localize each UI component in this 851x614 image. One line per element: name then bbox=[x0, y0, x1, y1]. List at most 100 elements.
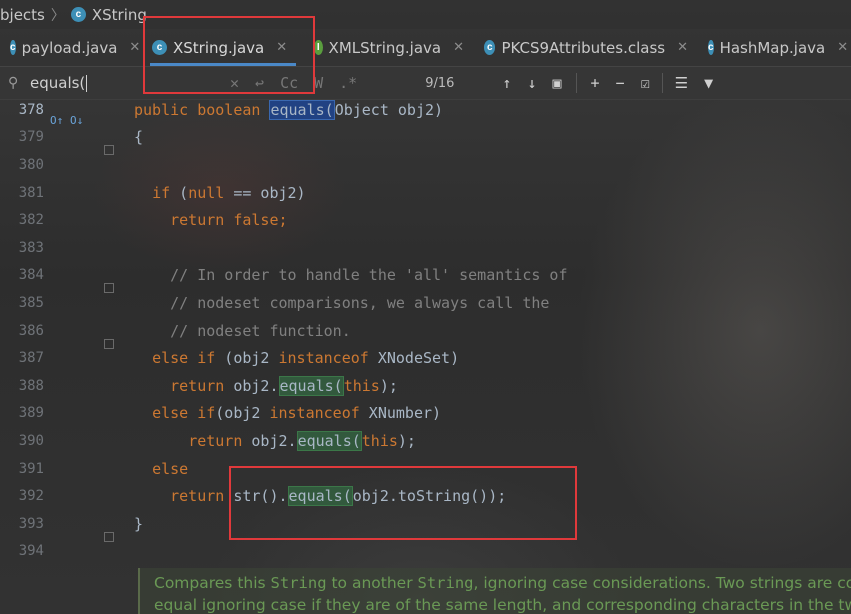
regex-button[interactable]: .* bbox=[339, 74, 357, 92]
search-match: equals( bbox=[278, 375, 344, 396]
keyword-token: instanceof bbox=[278, 349, 369, 368]
breadcrumb: bjects 〉 c XString bbox=[0, 0, 851, 29]
code-line[interactable]: 386 // nodeset function. bbox=[0, 317, 851, 349]
keyword-token: return bbox=[188, 431, 243, 450]
editor-tab-bar: c payload.java ✕ c XString.java ✕ I XMLS… bbox=[0, 29, 851, 67]
code-text: } bbox=[134, 515, 143, 533]
class-icon: c bbox=[708, 40, 714, 55]
class-icon: c bbox=[10, 40, 16, 55]
code-text: return obj2.equals(this); bbox=[134, 375, 398, 396]
doc-code: String bbox=[417, 574, 474, 592]
line-number[interactable]: 392 bbox=[0, 488, 44, 504]
code-token: obj2. bbox=[242, 431, 297, 450]
code-line[interactable]: 383 bbox=[0, 234, 851, 262]
match-count: 9/16 bbox=[425, 75, 455, 91]
code-text: public boolean equals(Object obj2) bbox=[134, 99, 444, 120]
filter-icon[interactable]: ▼ bbox=[704, 74, 713, 92]
code-token: } bbox=[134, 514, 144, 533]
tab-payload[interactable]: c payload.java ✕ bbox=[0, 29, 142, 66]
select-all-matches-icon[interactable]: ☑ bbox=[641, 74, 650, 92]
line-number[interactable]: 394 bbox=[0, 543, 44, 559]
line-number[interactable]: 382 bbox=[0, 212, 44, 228]
line-number[interactable]: 379 bbox=[0, 129, 44, 145]
comment-token: // In order to handle the 'all' semantic… bbox=[170, 266, 568, 285]
code-line[interactable]: 387 else if (obj2 instanceof XNodeSet) bbox=[0, 344, 851, 372]
code-token: XNumber) bbox=[359, 404, 442, 423]
interface-icon: I bbox=[314, 40, 323, 55]
code-text: else if (obj2 instanceof XNodeSet) bbox=[134, 349, 459, 367]
search-match: equals( bbox=[269, 99, 335, 120]
line-number[interactable]: 386 bbox=[0, 323, 44, 339]
tab-xmlstring[interactable]: I XMLString.java ✕ bbox=[304, 29, 474, 66]
keyword-token: this bbox=[361, 431, 398, 450]
keyword-token: else if bbox=[152, 349, 216, 368]
filter-lines-icon[interactable]: ☰ bbox=[675, 74, 688, 92]
code-line[interactable]: 388 return obj2.equals(this); bbox=[0, 372, 851, 400]
code-token: obj2. bbox=[224, 376, 279, 395]
code-line[interactable]: 389 else if(obj2 instanceof XNumber) bbox=[0, 400, 851, 428]
remove-selection-icon[interactable]: − bbox=[616, 74, 625, 92]
comment-token: // nodeset function. bbox=[170, 321, 351, 340]
keyword-token: null bbox=[188, 183, 225, 202]
close-icon[interactable]: ✕ bbox=[837, 40, 848, 55]
close-icon[interactable]: ✕ bbox=[453, 40, 464, 55]
code-text: // nodeset comparisons, we always call t… bbox=[134, 294, 549, 312]
code-line[interactable]: 394 bbox=[0, 538, 851, 566]
text-caret bbox=[86, 74, 88, 92]
close-icon[interactable]: ✕ bbox=[677, 40, 688, 55]
keyword-token: instanceof bbox=[269, 404, 360, 423]
line-number[interactable]: 391 bbox=[0, 461, 44, 477]
arrow-up-icon[interactable]: ↑ bbox=[502, 74, 511, 92]
line-number[interactable]: 380 bbox=[0, 157, 44, 173]
tab-pkcs9attributes[interactable]: c PKCS9Attributes.class ✕ bbox=[474, 29, 698, 66]
keyword-token: this bbox=[343, 376, 380, 395]
search-icon[interactable]: ⚲ bbox=[8, 75, 30, 91]
code-text: if (null == obj2) bbox=[134, 184, 306, 202]
keyword-token: return bbox=[170, 376, 225, 395]
keyword-token: if bbox=[152, 183, 171, 202]
line-number[interactable]: 378 bbox=[0, 102, 44, 118]
whole-words-button[interactable]: W bbox=[314, 74, 323, 92]
code-line[interactable]: 381 if (null == obj2) bbox=[0, 179, 851, 207]
tab-label: payload.java bbox=[21, 38, 118, 57]
arrow-down-icon[interactable]: ↓ bbox=[527, 74, 536, 92]
code-line[interactable]: 380 bbox=[0, 151, 851, 179]
line-number[interactable]: 381 bbox=[0, 185, 44, 201]
add-selection-icon[interactable]: + bbox=[591, 74, 600, 92]
code-line[interactable]: 382 return false; bbox=[0, 206, 851, 234]
line-number[interactable]: 383 bbox=[0, 240, 44, 256]
breadcrumb-item-objects[interactable]: bjects bbox=[0, 6, 45, 24]
code-line[interactable]: 379 { bbox=[0, 124, 851, 156]
tab-hashmap[interactable]: c HashMap.java ✕ bbox=[698, 29, 851, 66]
line-number[interactable]: 393 bbox=[0, 516, 44, 532]
select-all-occurrences-icon[interactable]: ▣ bbox=[552, 74, 561, 92]
code-text: return obj2.equals(this); bbox=[134, 430, 416, 451]
code-line[interactable]: 390 return obj2.equals(this); bbox=[0, 427, 851, 455]
line-number[interactable]: 387 bbox=[0, 350, 44, 366]
breadcrumb-item-xstring[interactable]: XString bbox=[92, 6, 147, 24]
search-input[interactable]: equals( bbox=[30, 74, 85, 92]
search-match: equals( bbox=[296, 430, 362, 451]
code-line[interactable]: 378 O↑ O↓ public boolean equals(Object obj2… bbox=[0, 96, 851, 127]
class-icon: c bbox=[484, 40, 496, 55]
doc-code: String bbox=[270, 574, 327, 592]
line-number[interactable]: 390 bbox=[0, 433, 44, 449]
line-number[interactable]: 384 bbox=[0, 267, 44, 283]
code-token: Object obj2) bbox=[334, 100, 444, 119]
line-number[interactable]: 389 bbox=[0, 405, 44, 421]
code-line[interactable]: 384 // In order to handle the 'all' sema… bbox=[0, 262, 851, 294]
line-number[interactable]: 388 bbox=[0, 378, 44, 394]
close-icon[interactable]: ✕ bbox=[129, 40, 140, 55]
code-line[interactable]: 385 // nodeset comparisons, we always ca… bbox=[0, 289, 851, 317]
line-number[interactable]: 385 bbox=[0, 295, 44, 311]
doc-text: Compares this bbox=[154, 574, 271, 592]
keyword-token: return false; bbox=[170, 211, 288, 230]
